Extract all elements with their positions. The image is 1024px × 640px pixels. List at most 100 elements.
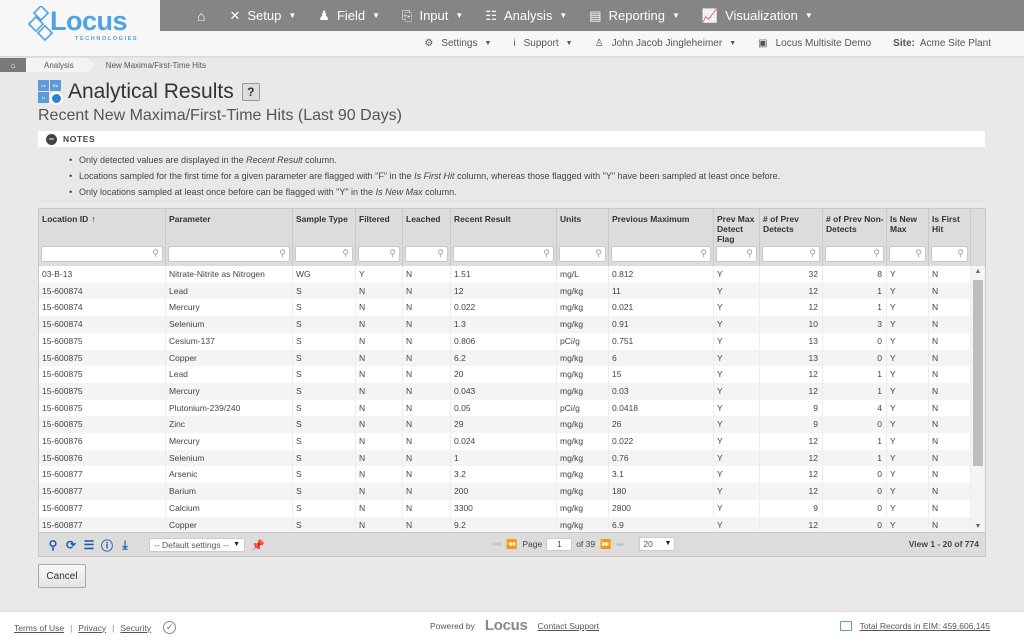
table-row[interactable]: 15-600877 Copper S N N 9.2 mg/kg 6.9 Y 12 0 Y N [39, 516, 971, 532]
last-page-icon[interactable]: ⏭ [616, 539, 624, 550]
cell-leach: N [403, 449, 451, 467]
settings-menu[interactable]: ⚙ Settings ▼ [424, 38, 491, 49]
column-header-param[interactable]: Parameter ⚲ [166, 209, 293, 266]
notes-header[interactable]: − NOTES [38, 131, 985, 147]
cell-firsthit: N [929, 449, 971, 467]
column-header-leach[interactable]: Leached ⚲ [403, 209, 451, 266]
grid-settings-select[interactable]: -- Default settings -- ▼ [149, 538, 245, 552]
cell-pnd: 1 [823, 449, 887, 467]
page-footer: Terms of Use | Privacy | Security ✓ Powe… [0, 611, 1024, 640]
filter-input-param[interactable]: ⚲ [168, 246, 290, 262]
org-link[interactable]: ▣ Locus Multisite Demo [758, 38, 871, 49]
table-row[interactable]: 15-600875 Copper S N N 6.2 mg/kg 6 Y 13 0 Y N [39, 349, 971, 367]
table-row[interactable]: 15-600877 Calcium S N N 3300 mg/kg 2800 Y 9 0 Y N [39, 499, 971, 517]
cell-newmax: Y [887, 382, 929, 400]
filter-input-filt[interactable]: ⚲ [358, 246, 400, 262]
cell-prevmax: 6.9 [609, 516, 714, 532]
column-header-recent[interactable]: Recent Result ⚲ [451, 209, 557, 266]
table-row[interactable]: 15-600874 Mercury S N N 0.022 mg/kg 0.021 Y 12 1 Y N [39, 299, 971, 317]
cell-filt: N [356, 399, 403, 417]
document-icon: ▤ [589, 7, 602, 23]
prev-page-icon[interactable]: ⏪ [506, 539, 517, 550]
user-menu[interactable]: ♙ John Jacob Jingleheimer ▼ [595, 38, 737, 49]
page-number-input[interactable]: 1 [546, 537, 573, 551]
chevron-down-icon: ▼ [484, 40, 492, 47]
column-header-units[interactable]: Units ⚲ [557, 209, 609, 266]
collapse-icon[interactable]: − [46, 133, 57, 145]
filter-input-units[interactable]: ⚲ [559, 246, 606, 262]
pin-icon[interactable]: 📌 [251, 539, 265, 552]
table-row[interactable]: 15-600875 Lead S N N 20 mg/kg 15 Y 12 1 Y N [39, 366, 971, 383]
table-row[interactable]: 15-600875 Cesium-137 S N N 0.806 pCi/g 0.751 Y 13… [39, 332, 971, 350]
privacy-link[interactable]: Privacy [78, 623, 106, 633]
nav-setup[interactable]: ✕ Setup ▼ [229, 8, 296, 24]
home-icon[interactable]: ⌂ [197, 8, 205, 24]
locus-logo[interactable]: Locus TECHNOLOGIES [28, 6, 138, 44]
info-icon[interactable]: ⓘ [99, 537, 115, 553]
table-row[interactable]: 15-600877 Arsenic S N N 3.2 mg/kg 3.1 Y 12 0 Y N [39, 466, 971, 484]
scrollbar-thumb[interactable] [973, 280, 983, 466]
column-header-firsthit[interactable]: Is First Hit ⚲ [929, 209, 971, 266]
table-row[interactable]: 15-600875 Plutonium-239/240 S N N 0.05 pCi/g 0.… [39, 399, 971, 417]
column-header-prevmax[interactable]: Previous Maximum ⚲ [609, 209, 714, 266]
table-row[interactable]: 15-600874 Lead S N N 12 mg/kg 11 Y 12 1 Y N [39, 282, 971, 300]
filter-input-stype[interactable]: ⚲ [295, 246, 353, 262]
total-records-link[interactable]: Total Records in EIM: 459,606,145 [860, 621, 990, 631]
column-header-stype[interactable]: Sample Type ⚲ [293, 209, 356, 266]
nav-input[interactable]: ⎘ Input ▼ [402, 8, 463, 24]
refresh-icon[interactable]: ⟳ [63, 537, 79, 553]
table-row[interactable]: 15-600874 Selenium S N N 1.3 mg/kg 0.91 Y 10 3 Y N [39, 316, 971, 333]
contact-support-link[interactable]: Contact Support [538, 621, 599, 631]
table-row[interactable]: 03-B-13 Nitrate-Nitrite as Nitrogen WG Y N 1.… [39, 266, 971, 283]
cell-newmax: Y [887, 366, 929, 383]
cell-pmflag: Y [714, 516, 760, 532]
column-header-newmax[interactable]: Is New Max ⚲ [887, 209, 929, 266]
support-menu[interactable]: i Support ▼ [513, 38, 572, 49]
filter-input-loc[interactable]: ⚲ [41, 246, 163, 262]
table-row[interactable]: 15-600876 Selenium S N N 1 mg/kg 0.76 Y 12 1 Y N [39, 449, 971, 467]
columns-icon[interactable]: ☰ [81, 537, 97, 553]
nav-visualization[interactable]: 📈 Visualization ▼ [702, 8, 813, 24]
cell-prevmax: 0.022 [609, 433, 714, 450]
breadcrumb-analysis[interactable]: Analysis [26, 58, 95, 72]
grid-header: Location ID ↑ ⚲ Parameter ⚲ Sample Type ⚲ Filte… [39, 209, 985, 266]
column-header-pmflag[interactable]: Prev Max Detect Flag ⚲ [714, 209, 760, 266]
nav-reporting[interactable]: ▤ Reporting ▼ [589, 8, 680, 24]
rows-per-page-select[interactable]: 20 ▼ [639, 537, 676, 551]
filter-input-pdet[interactable]: ⚲ [762, 246, 820, 262]
filter-input-prevmax[interactable]: ⚲ [611, 246, 711, 262]
table-row[interactable]: 15-600877 Barium S N N 200 mg/kg 180 Y 12 0 Y N [39, 483, 971, 500]
breadcrumb-home-icon[interactable]: ⌂ [0, 58, 33, 72]
filter-input-firsthit[interactable]: ⚲ [931, 246, 968, 262]
cell-filt: N [356, 516, 403, 532]
column-header-filt[interactable]: Filtered ⚲ [356, 209, 403, 266]
table-row[interactable]: 15-600875 Zinc S N N 29 mg/kg 26 Y 9 0 Y N [39, 416, 971, 433]
filter-input-pmflag[interactable]: ⚲ [716, 246, 757, 262]
scroll-up-icon[interactable]: ▲ [971, 268, 985, 275]
site-value: Acme Site Plant [919, 38, 991, 49]
table-row[interactable]: 15-600876 Mercury S N N 0.024 mg/kg 0.022 Y 12 1 Y N [39, 433, 971, 450]
cancel-button[interactable]: Cancel [38, 564, 86, 588]
next-page-icon[interactable]: ⏩ [600, 539, 611, 550]
filter-input-pnd[interactable]: ⚲ [825, 246, 884, 262]
table-row[interactable]: 15-600875 Mercury S N N 0.043 mg/kg 0.03 Y 12 1 Y N [39, 382, 971, 400]
logo-area: Locus TECHNOLOGIES [0, 0, 160, 56]
nav-field[interactable]: ♟ Field ▼ [318, 8, 380, 24]
vertical-scrollbar[interactable]: ▲ ▼ [971, 266, 985, 532]
help-button[interactable]: ? [241, 83, 260, 101]
filter-input-recent[interactable]: ⚲ [453, 246, 554, 262]
download-icon[interactable]: ⤓ [117, 537, 133, 553]
security-link[interactable]: Security [120, 623, 151, 633]
column-header-pnd[interactable]: # of Prev Non-Detects ⚲ [823, 209, 887, 266]
terms-link[interactable]: Terms of Use [14, 623, 64, 633]
first-page-icon[interactable]: ⏮ [493, 539, 501, 550]
scroll-down-icon[interactable]: ▼ [971, 523, 985, 530]
filter-input-newmax[interactable]: ⚲ [889, 246, 926, 262]
site-selector[interactable]: Site: Acme Site Plant [893, 38, 991, 49]
column-header-pdet[interactable]: # of Prev Detects ⚲ [760, 209, 823, 266]
filter-input-leach[interactable]: ⚲ [405, 246, 448, 262]
column-header-loc[interactable]: Location ID ↑ ⚲ [39, 209, 166, 266]
nav-analysis[interactable]: ☷ Analysis ▼ [485, 8, 567, 24]
cell-pmflag: Y [714, 266, 760, 283]
search-icon[interactable]: ⚲ [45, 537, 61, 553]
